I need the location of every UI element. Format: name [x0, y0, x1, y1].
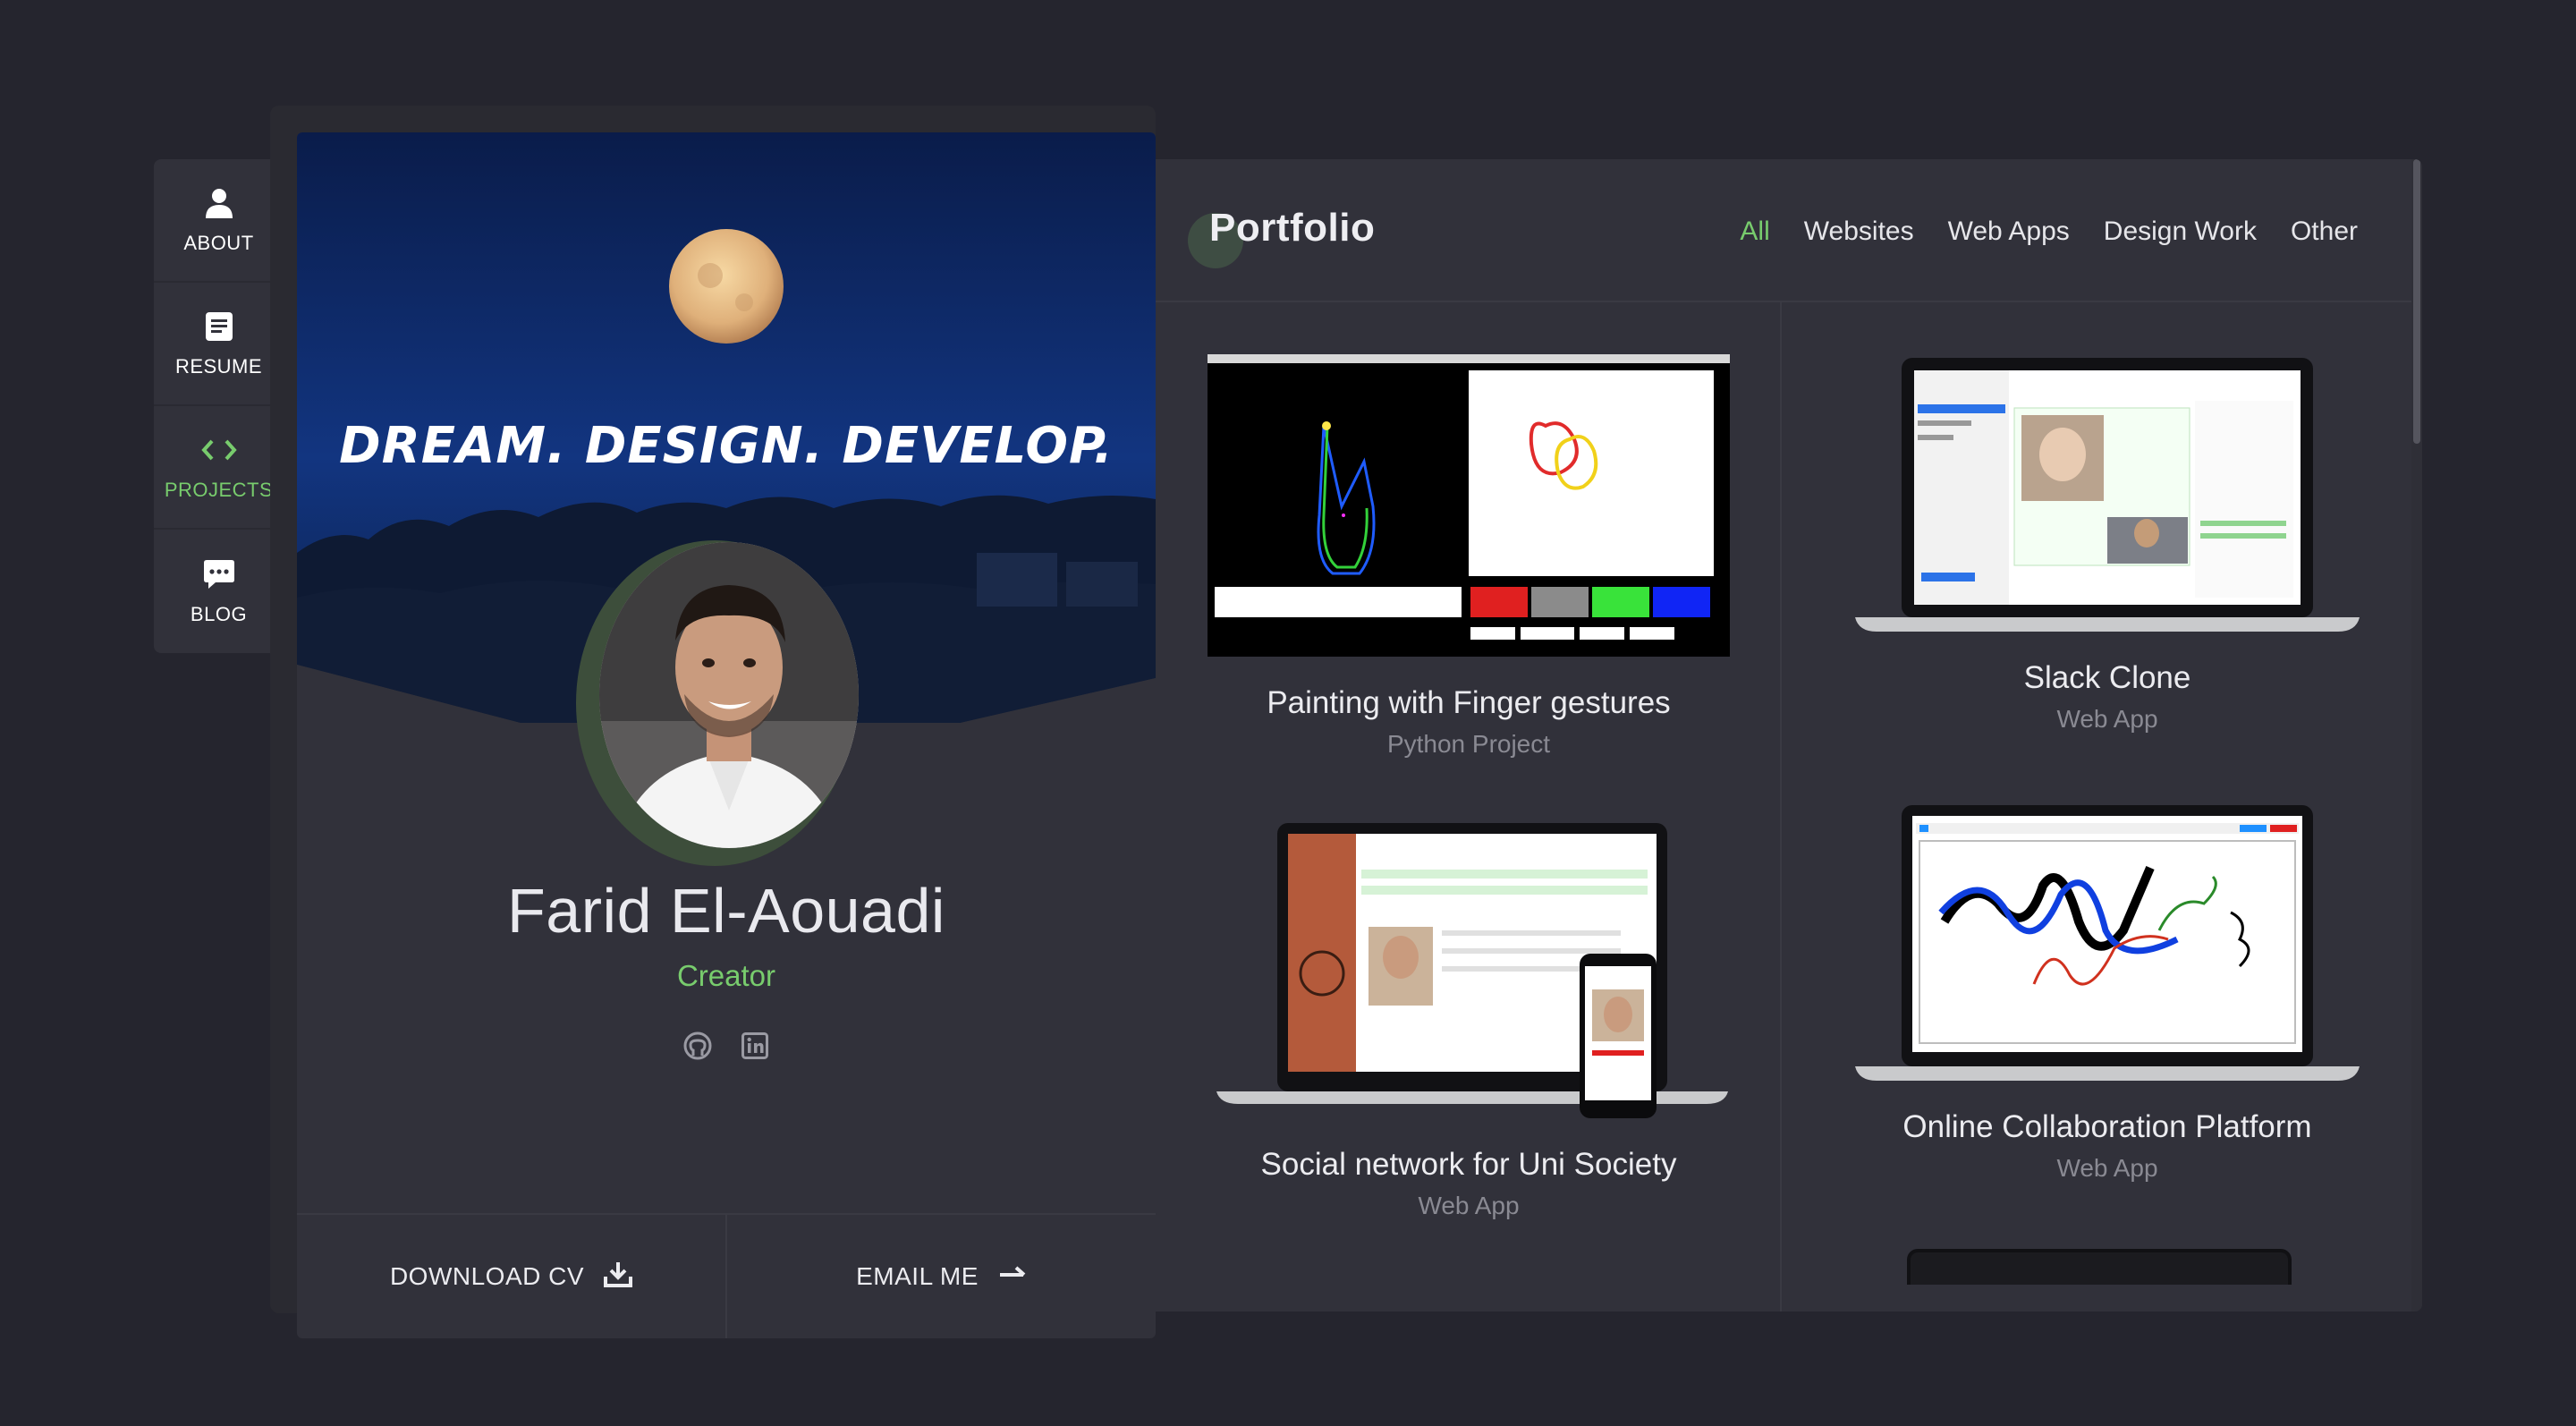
filter-other[interactable]: Other: [2291, 216, 2358, 247]
project-card[interactable]: Painting with Finger gestures Python Pro…: [1208, 354, 1730, 759]
filter-websites[interactable]: Websites: [1804, 216, 1914, 247]
project-category: Web App: [2056, 1154, 2158, 1182]
project-card[interactable]: Social network for Uni Society Web App: [1208, 823, 1730, 1220]
social-links: [297, 1031, 1156, 1061]
side-nav: ABOUT RESUME PROJECTS BLOG: [154, 159, 284, 653]
nav-item-label: ABOUT: [183, 232, 254, 254]
nav-item-label: RESUME: [174, 355, 263, 378]
linkedin-icon[interactable]: [740, 1031, 770, 1061]
chat-icon: [201, 556, 237, 592]
nav-item-projects[interactable]: PROJECTS: [154, 406, 284, 530]
scrollbar[interactable]: [2411, 159, 2422, 1311]
project-title: Painting with Finger gestures: [1267, 685, 1671, 720]
project-thumbnail: [1208, 354, 1730, 657]
avatar: [599, 542, 859, 848]
header-divider: [1156, 301, 2422, 302]
profile-card: DREAM. DESIGN. DEVELOP. Farid El-Aouadi …: [297, 132, 1156, 1338]
profile-name: Farid El-Aouadi: [507, 876, 945, 946]
nav-item-blog[interactable]: BLOG: [154, 530, 284, 653]
portfolio-panel: Portfolio All Websites Web Apps Design W…: [1156, 159, 2422, 1311]
download-cv-button[interactable]: DOWNLOAD CV: [297, 1215, 725, 1338]
project-title: Slack Clone: [2023, 660, 2191, 695]
card-footer: DOWNLOAD CV EMAIL ME: [297, 1213, 1156, 1338]
filter-web-apps[interactable]: Web Apps: [1948, 216, 2070, 247]
document-icon: [201, 309, 237, 344]
nav-item-resume[interactable]: RESUME: [154, 283, 284, 406]
page-title: Portfolio: [1209, 206, 1376, 250]
portfolio-filters: All Websites Web Apps Design Work Other: [1740, 216, 2358, 247]
tagline: DREAM. DESIGN. DEVELOP.: [339, 417, 1114, 475]
nav-item-label: PROJECTS: [164, 479, 274, 501]
profile-role: Creator: [676, 959, 776, 992]
project-category: Web App: [1418, 1192, 1520, 1219]
scrollbar-thumb[interactable]: [2413, 159, 2420, 444]
nav-item-label: BLOG: [190, 603, 248, 625]
column-divider: [1780, 302, 1782, 1311]
project-thumbnail: [1208, 823, 1730, 1118]
download-icon: [604, 1260, 633, 1294]
download-cv-label: DOWNLOAD CV: [389, 1262, 585, 1290]
github-icon[interactable]: [682, 1031, 713, 1061]
person-icon: [201, 185, 237, 221]
filter-design-work[interactable]: Design Work: [2104, 216, 2257, 247]
project-category: Web App: [2056, 705, 2158, 733]
project-category: Python Project: [1386, 730, 1551, 758]
project-card[interactable]: Slack Clone Web App: [1855, 358, 2360, 734]
project-thumbnail: [1855, 358, 2360, 632]
next-project-peek: [1907, 1249, 2292, 1285]
page: ABOUT RESUME PROJECTS BLOG DREAM. DESIGN…: [0, 0, 2576, 1426]
nav-item-about[interactable]: ABOUT: [154, 159, 284, 283]
project-title: Online Collaboration Platform: [1902, 1109, 2312, 1144]
filter-all[interactable]: All: [1740, 216, 1769, 247]
project-thumbnail: [1855, 805, 2360, 1081]
code-icon: [200, 432, 237, 468]
email-me-button[interactable]: EMAIL ME: [725, 1215, 1156, 1338]
project-title: Social network for Uni Society: [1260, 1147, 1677, 1182]
email-me-label: EMAIL ME: [856, 1262, 979, 1290]
arrow-right-icon: [998, 1262, 1027, 1291]
project-card[interactable]: Online Collaboration Platform Web App: [1855, 805, 2360, 1183]
